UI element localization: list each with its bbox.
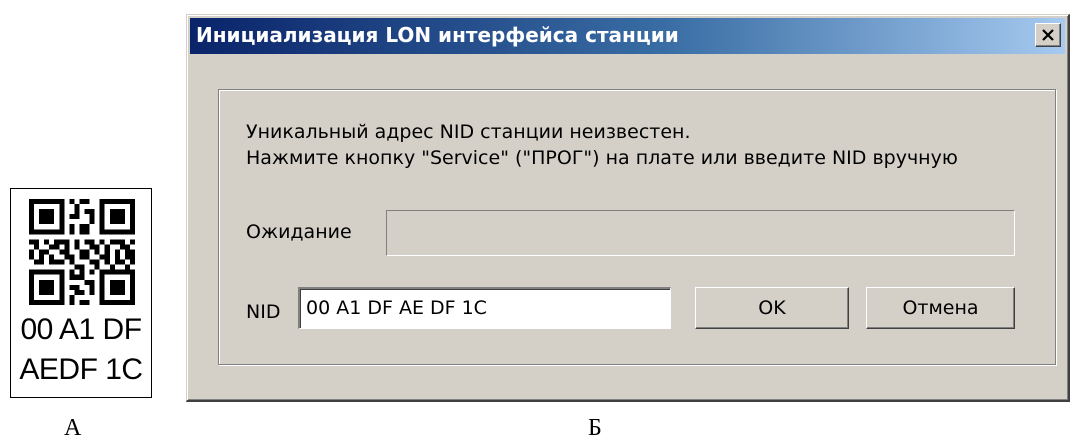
message-line1: Уникальный адрес NID станции неизвестен. [246,121,691,143]
message-line2: Нажмите кнопку "Service" ("ПРОГ") на пла… [246,147,958,169]
wait-label: Ожидание [246,221,352,243]
nid-input[interactable]: 00 A1 DF AE DF 1C [298,287,671,329]
lon-init-dialog: Инициализация LON интерфейса станции Уни… [186,14,1070,402]
qr-code-label: 00 A1 DF AEDF 1C [10,188,152,398]
caption-b: Б [588,415,602,441]
close-x-icon [1042,29,1054,41]
close-button[interactable] [1035,23,1061,47]
dialog-titlebar[interactable]: Инициализация LON интерфейса станции [190,18,1065,54]
wait-progress-bar [386,210,1015,256]
qr-nid-line2: AEDF 1C [19,353,143,386]
cancel-button[interactable]: Отмена [866,287,1015,329]
qr-nid-line1: 00 A1 DF [20,313,142,346]
qr-code-icon [29,199,135,305]
ok-button[interactable]: OK [695,287,849,329]
caption-a: А [64,415,82,441]
dialog-title: Инициализация LON интерфейса станции [196,23,679,47]
nid-label: NID [246,301,281,323]
